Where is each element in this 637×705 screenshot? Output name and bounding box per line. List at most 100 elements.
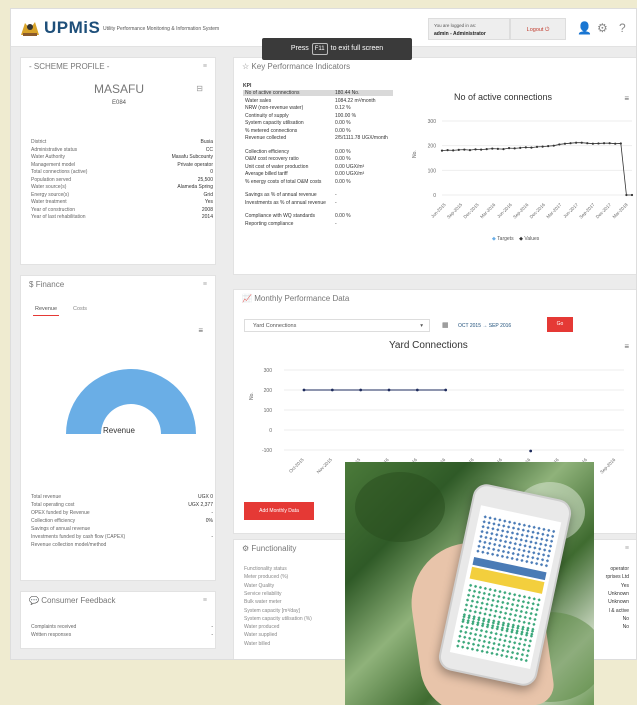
- x-tick-label: Nov-2015: [316, 457, 334, 475]
- finance-key: Collection efficiency: [31, 518, 76, 524]
- data-point[interactable]: [580, 141, 583, 144]
- data-point[interactable]: [614, 142, 617, 145]
- y-tick-label: 0: [269, 428, 272, 434]
- go-button[interactable]: Go: [547, 317, 573, 332]
- y-tick-label: 300: [264, 368, 273, 374]
- functionality-value: rprises Ltd: [605, 574, 629, 581]
- data-point[interactable]: [591, 142, 594, 145]
- data-point[interactable]: [387, 388, 391, 392]
- data-point[interactable]: [575, 141, 578, 144]
- data-point[interactable]: [529, 449, 533, 453]
- finance-key: Revenue collection model/method: [31, 542, 107, 548]
- menu-icon[interactable]: ≡: [203, 281, 207, 288]
- kpi-value: 0.00 %: [335, 148, 351, 155]
- user-icon[interactable]: 👤: [577, 21, 592, 35]
- data-point[interactable]: [625, 193, 628, 197]
- data-point[interactable]: [302, 388, 306, 392]
- functionality-value: Unknown: [608, 599, 629, 606]
- kpi-value: 0.00 UGX/m³: [335, 171, 365, 177]
- data-point[interactable]: [507, 147, 511, 150]
- x-tick-label: Dec-2015: [462, 202, 480, 220]
- data-point[interactable]: [444, 388, 448, 392]
- data-point[interactable]: [457, 148, 460, 151]
- finance-row: Revenue collection model/method: [31, 542, 213, 548]
- functionality-title-text: Functionality: [251, 544, 297, 553]
- logout-button[interactable]: Logout ⏻: [510, 18, 566, 40]
- date-range[interactable]: OCT 2015 → SEP 2016: [458, 323, 511, 329]
- data-point[interactable]: [552, 144, 555, 147]
- data-point[interactable]: [535, 145, 539, 148]
- chart-menu-icon[interactable]: ≡: [624, 342, 629, 351]
- finance-row: Savings of annual revenue: [31, 526, 213, 532]
- chart-menu-icon[interactable]: ≡: [198, 326, 203, 335]
- data-point[interactable]: [452, 149, 455, 152]
- data-point[interactable]: [547, 145, 550, 148]
- data-point[interactable]: [524, 146, 527, 149]
- data-point[interactable]: [468, 149, 472, 152]
- scheme-code: E084: [111, 100, 126, 106]
- fs-press: Press: [290, 45, 309, 52]
- y-tick-label: 100: [264, 408, 273, 414]
- functionality-value: No: [622, 615, 629, 622]
- data-point[interactable]: [440, 149, 444, 152]
- profile-key: Population served: [31, 176, 72, 183]
- data-point[interactable]: [502, 148, 505, 151]
- data-point[interactable]: [602, 142, 606, 145]
- tab-revenue[interactable]: Revenue: [35, 306, 57, 312]
- profile-row: Water treatment Yes: [31, 199, 213, 205]
- data-point[interactable]: [491, 147, 494, 150]
- data-point[interactable]: [513, 147, 516, 150]
- data-point[interactable]: [519, 146, 522, 149]
- profile-key: Energy source(s): [31, 191, 70, 198]
- kpi-key: Average billed tariff: [245, 171, 288, 177]
- profile-row: Total connections (active) 0: [31, 169, 213, 175]
- menu-icon[interactable]: ≡: [203, 597, 207, 604]
- data-point[interactable]: [597, 142, 600, 145]
- data-point[interactable]: [415, 388, 419, 392]
- data-point[interactable]: [474, 148, 477, 151]
- legend-targets[interactable]: ◆ Targets: [492, 236, 514, 242]
- kpi-row: NRW (non-revenue water) 0.12 %: [243, 105, 393, 111]
- kpi-row: Savings as % of annual revenue -: [243, 192, 393, 198]
- help-icon[interactable]: ?: [619, 21, 626, 35]
- data-point[interactable]: [480, 148, 483, 151]
- data-point[interactable]: [569, 142, 572, 145]
- profile-key: Water Authority: [31, 154, 65, 160]
- profile-value: 0: [210, 169, 213, 175]
- data-point[interactable]: [530, 146, 533, 149]
- data-point[interactable]: [485, 148, 488, 151]
- data-point[interactable]: [619, 142, 622, 145]
- edit-icon[interactable]: ⊟: [196, 84, 203, 93]
- data-point[interactable]: [608, 142, 611, 145]
- x-tick-label: Jun-2016: [496, 202, 513, 219]
- add-monthly-data-button[interactable]: Add Monthly Data: [244, 502, 314, 520]
- calendar-icon[interactable]: ▦: [442, 321, 449, 329]
- data-point[interactable]: [586, 142, 589, 145]
- chart-menu-icon[interactable]: ≡: [624, 94, 629, 103]
- data-point[interactable]: [496, 147, 499, 150]
- tab-costs[interactable]: Costs: [73, 306, 87, 312]
- finance-value: UGX 2,377: [188, 502, 213, 508]
- data-point[interactable]: [558, 143, 561, 146]
- menu-icon[interactable]: ≡: [625, 545, 629, 552]
- data-point[interactable]: [541, 145, 544, 148]
- yard-chart-title: Yard Connections: [389, 340, 468, 351]
- data-point[interactable]: [446, 149, 449, 152]
- finance-key: Total revenue: [31, 494, 62, 500]
- legend-values[interactable]: ◆ Values: [519, 236, 539, 242]
- profile-value: Masafu Subcounty: [171, 154, 213, 160]
- tab-underline: [33, 315, 59, 316]
- user-name: admin - Administrator: [434, 31, 486, 37]
- menu-icon[interactable]: ≡: [203, 63, 207, 70]
- kpi-key: NRW (non-revenue water): [245, 105, 304, 111]
- gear-icon[interactable]: ⚙: [597, 21, 608, 35]
- data-point[interactable]: [330, 388, 334, 392]
- kpi-key: Reporting compliance: [245, 220, 294, 227]
- finance-row: OPEX funded by Revenue -: [31, 510, 213, 516]
- data-point[interactable]: [359, 388, 363, 392]
- data-point[interactable]: [563, 142, 567, 145]
- data-point[interactable]: [463, 148, 466, 151]
- feedback-value: -: [211, 624, 213, 630]
- data-point[interactable]: [630, 193, 634, 197]
- metric-select[interactable]: Yard Connections ▾: [244, 319, 430, 332]
